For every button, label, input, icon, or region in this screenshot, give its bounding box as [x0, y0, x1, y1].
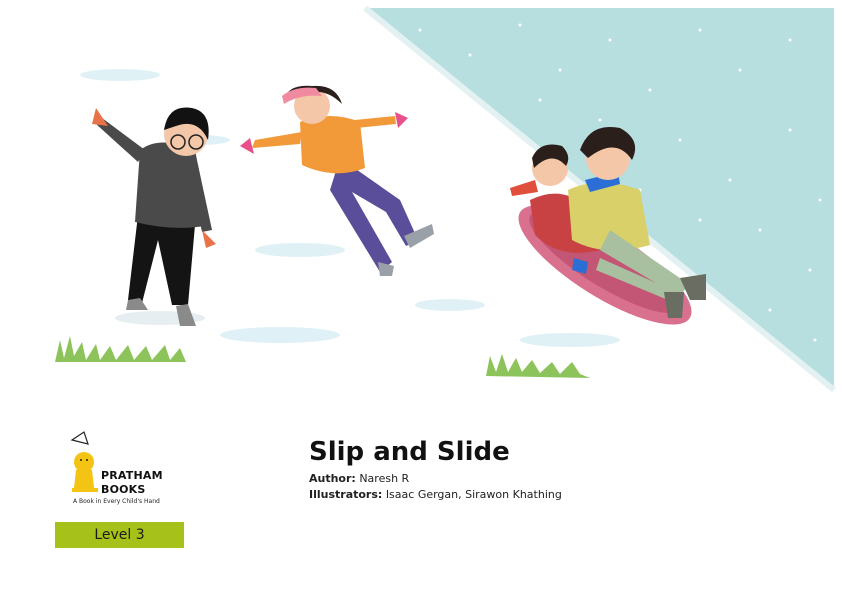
author-name: Naresh R — [359, 472, 410, 485]
publisher-name-line2: BOOKS — [101, 483, 146, 496]
illustrators-credit: Illustrators: Isaac Gergan, Sirawon Khat… — [309, 488, 562, 501]
publisher-name-line1: PRATHAM — [101, 469, 163, 482]
author-credit: Author: Naresh R — [309, 472, 409, 485]
illustrators-label: Illustrators: — [309, 488, 383, 501]
cover-illustration — [30, 5, 836, 393]
publisher-tagline: A Book in Every Child's Hand — [73, 498, 160, 505]
level-badge: Level 3 — [55, 522, 184, 548]
book-title: Slip and Slide — [309, 437, 510, 467]
illustrators-names: Isaac Gergan, Sirawon Khathing — [385, 488, 562, 501]
author-label: Author: — [309, 472, 356, 485]
